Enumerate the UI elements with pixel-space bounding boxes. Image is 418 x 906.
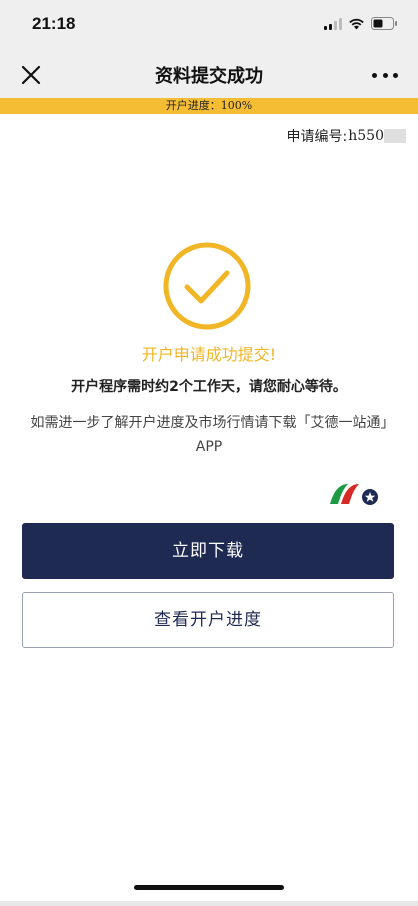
progress-bar: 开户进度：100% [0, 98, 418, 114]
status-time: 21:18 [32, 14, 76, 33]
more-icon[interactable] [372, 64, 398, 86]
success-description: 如需进一步了解开户进度及市场行情请下载「艾德一站通」APP [30, 415, 388, 455]
home-indicator[interactable] [134, 885, 284, 890]
wifi-icon [349, 18, 364, 29]
application-number-value: h550 [348, 128, 384, 144]
application-number-mask [384, 129, 406, 143]
check-circle-icon [163, 242, 251, 330]
progress-label: 开户进度：100% [165, 99, 253, 112]
signal-icon [324, 17, 342, 30]
download-button[interactable]: 立即下载 [22, 523, 394, 579]
success-title: 开户申请成功提交! [141, 345, 277, 364]
eddid-logo [330, 484, 378, 505]
page-title: 资料提交成功 [155, 66, 263, 87]
bottom-divider [0, 901, 418, 906]
screen: 21:18 资料提交成功 开户进度：100% 申请编号: h550 开户申请成功… [0, 0, 418, 906]
success-subtitle: 开户程序需时约2个工作天，请您耐心等待。 [71, 379, 347, 395]
application-number: 申请编号: h550 [287, 126, 406, 146]
view-progress-button[interactable]: 查看开户进度 [22, 592, 394, 648]
status-icons [324, 17, 398, 30]
status-bar: 21:18 [0, 0, 418, 50]
application-number-label: 申请编号: [286, 129, 348, 145]
battery-icon [371, 17, 397, 30]
nav-bar: 资料提交成功 [0, 50, 418, 98]
